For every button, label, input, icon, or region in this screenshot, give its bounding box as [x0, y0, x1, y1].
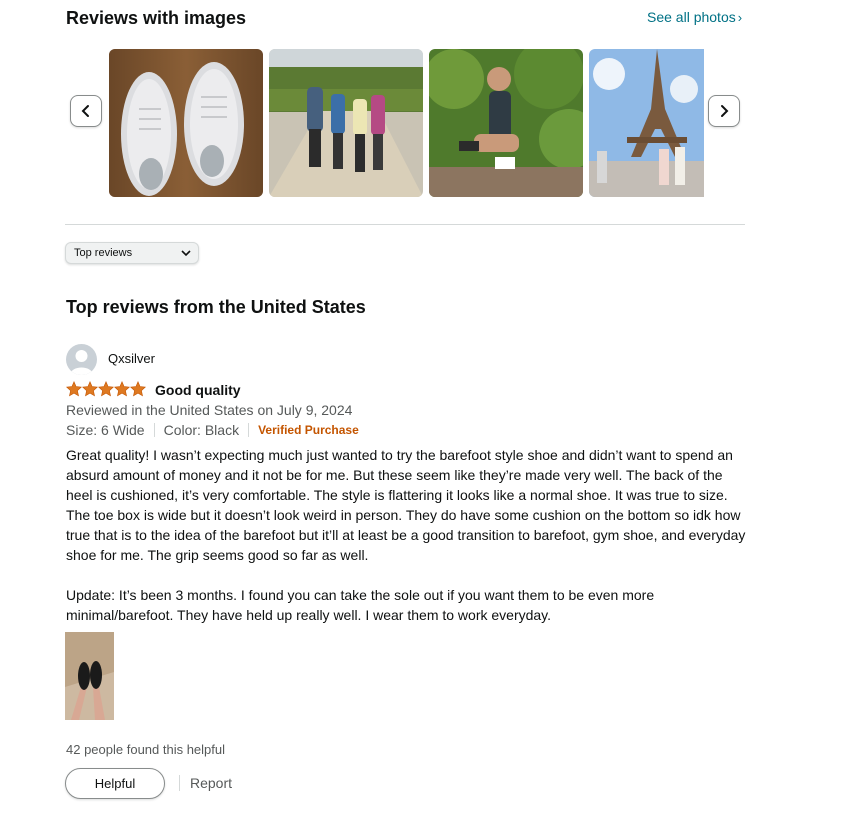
carousel-prev-button[interactable] — [70, 95, 102, 127]
vineyard-photo — [429, 49, 583, 197]
report-link[interactable]: Report — [190, 775, 232, 791]
feet-photo — [65, 632, 114, 720]
sort-reviews-dropdown[interactable]: Top reviews — [65, 242, 199, 264]
star-icon — [98, 381, 114, 397]
hiking-photo — [269, 49, 423, 197]
star-icon — [114, 381, 130, 397]
user-icon — [70, 350, 93, 375]
star-icon — [130, 381, 146, 397]
carousel-next-button[interactable] — [708, 95, 740, 127]
meta-separator — [248, 423, 250, 437]
avatar — [66, 344, 97, 375]
helpful-count: 42 people found this helpful — [66, 742, 226, 757]
star-icon — [82, 381, 98, 397]
chevron-right-icon: › — [737, 10, 743, 25]
review-update: Update: It’s been 3 months. I found you … — [66, 587, 655, 623]
review-attached-image[interactable] — [65, 632, 114, 720]
reviews-with-images-heading: Reviews with images — [66, 8, 247, 28]
size-variant[interactable]: Size: 6 Wide — [66, 422, 145, 438]
top-reviews-heading: Top reviews from the United States — [66, 297, 366, 317]
chevron-down-icon — [181, 250, 191, 257]
reviewer-name[interactable]: Qxsilver — [108, 351, 155, 366]
chevron-right-icon — [721, 105, 729, 117]
review-meta: Size: 6 Wide Color: Black Verified Purch… — [66, 422, 359, 438]
helpful-button[interactable]: Helpful — [65, 768, 165, 799]
review-image-thumbnail[interactable] — [589, 49, 704, 197]
verified-purchase-badge[interactable]: Verified Purchase — [258, 423, 359, 437]
see-all-photos-link[interactable]: See all photos › — [647, 9, 742, 25]
review-body: Great quality! I wasn’t expecting much j… — [66, 447, 746, 563]
color-variant[interactable]: Color: Black — [164, 422, 239, 438]
star-rating[interactable] — [66, 381, 146, 397]
review-title[interactable]: Good quality — [155, 382, 241, 398]
eiffel-tower-photo — [589, 49, 704, 197]
meta-separator — [153, 423, 155, 437]
star-icon — [66, 381, 82, 397]
action-separator — [179, 775, 180, 791]
see-all-photos-label[interactable]: See all photos — [647, 9, 736, 25]
sneakers-photo — [109, 49, 263, 197]
chevron-left-icon — [81, 105, 89, 117]
review-image-thumbnail[interactable] — [269, 49, 423, 197]
section-divider — [65, 224, 745, 225]
review-date: Reviewed in the United States on July 9,… — [66, 402, 353, 418]
review-image-thumbnail[interactable] — [429, 49, 583, 197]
review-image-thumbnail[interactable] — [109, 49, 263, 197]
sort-selected-value: Top reviews — [74, 247, 133, 259]
